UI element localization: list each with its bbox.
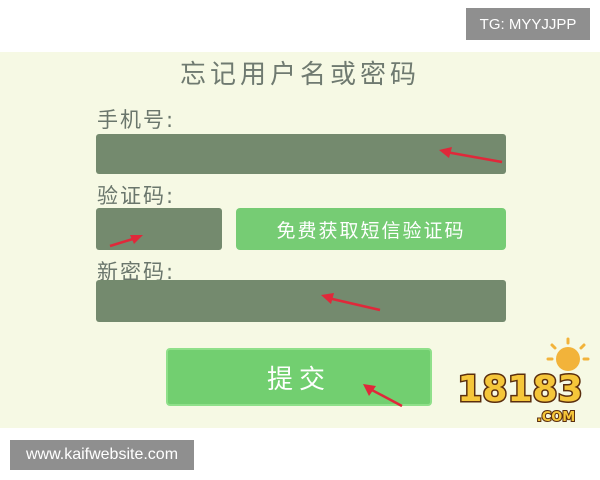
arrow-phone-icon: [439, 147, 503, 164]
logo-domain: .COM: [537, 410, 575, 425]
arrow-new-password-icon: [321, 293, 381, 312]
tg-badge: TG: MYYJJPP: [466, 8, 590, 40]
forgot-password-panel: 忘记用户名或密码 手机号: 验证码: 免费获取短信验证码 新密码: 提交 181…: [0, 52, 600, 428]
18183-logo: 18183 .COM: [456, 337, 590, 426]
page-title: 忘记用户名或密码: [179, 60, 420, 90]
website-watermark: www.kaifwebsite.com: [10, 440, 194, 470]
get-sms-code-button[interactable]: 免费获取短信验证码: [236, 208, 506, 250]
logo-number: 18183: [457, 369, 582, 410]
arrow-code-icon: [109, 235, 143, 248]
new-password-input[interactable]: [96, 280, 506, 322]
phone-label: 手机号:: [97, 108, 176, 132]
code-label: 验证码:: [97, 184, 176, 208]
arrow-submit-icon: [363, 384, 403, 408]
